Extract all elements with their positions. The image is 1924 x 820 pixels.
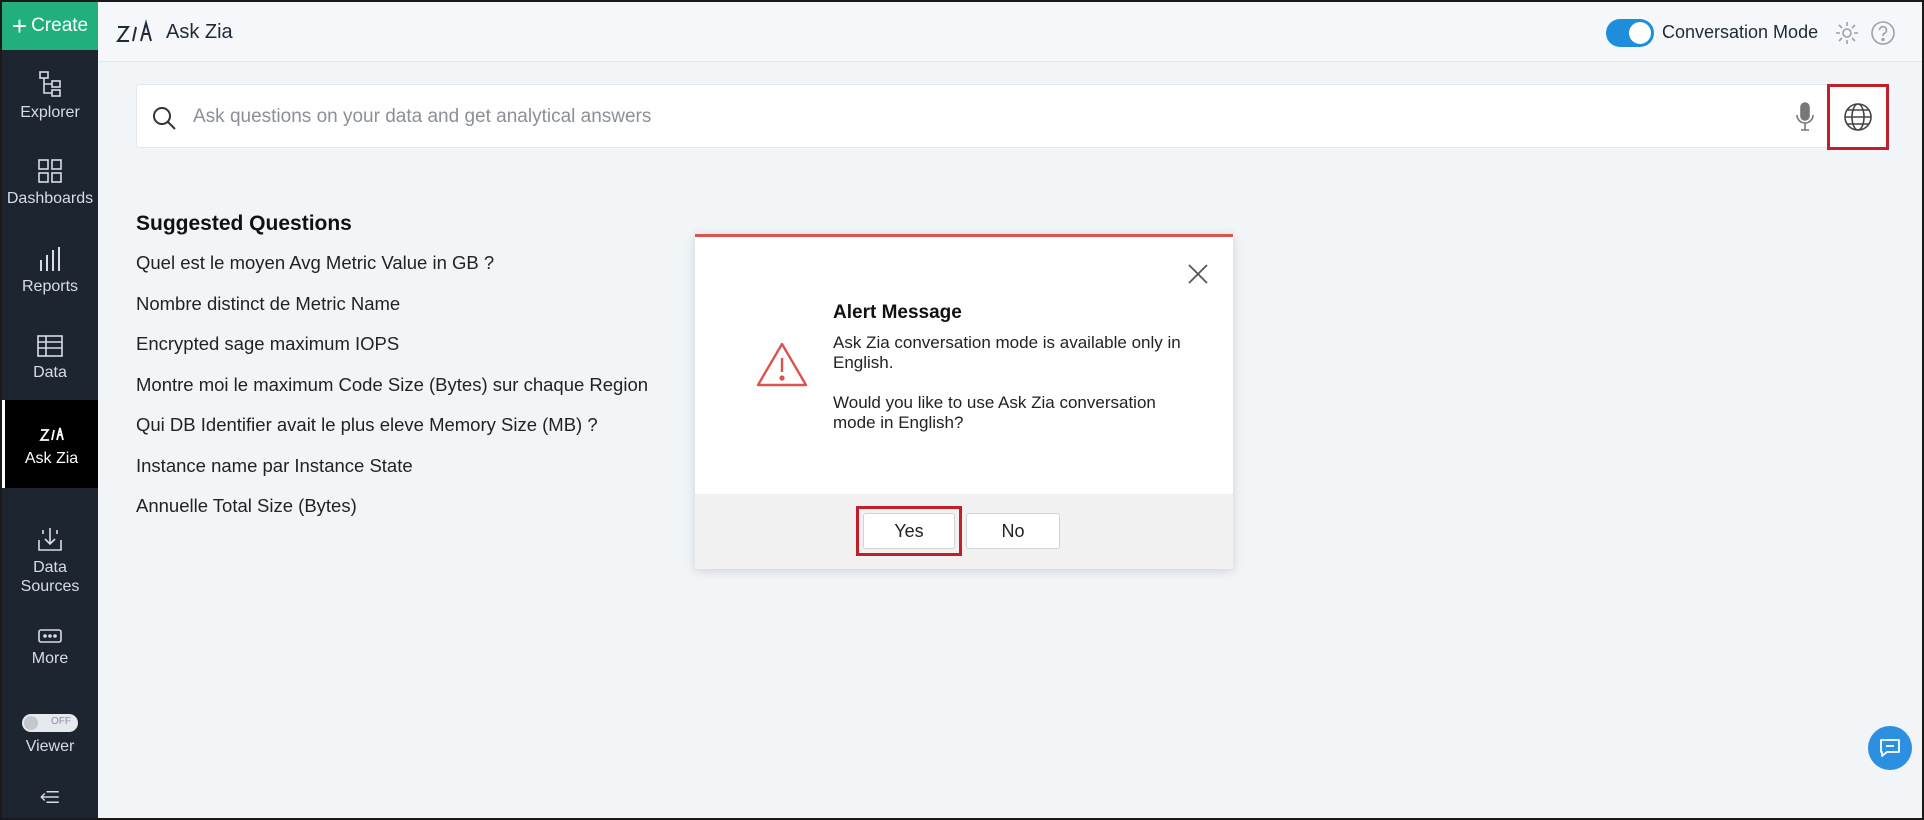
sidebar-item-data-sources[interactable]: Data Sources	[2, 526, 98, 596]
sidebar-item-ask-zia[interactable]: Ask Zia	[2, 400, 98, 488]
suggested-question[interactable]: Annuelle Total Size (Bytes)	[136, 495, 357, 517]
create-button[interactable]: + Create	[2, 2, 98, 50]
suggested-question[interactable]: Encrypted sage maximum IOPS	[136, 333, 399, 355]
microphone-icon[interactable]	[1795, 101, 1815, 133]
sidebar-item-dashboards[interactable]: Dashboards	[2, 158, 98, 218]
explorer-icon	[39, 71, 61, 97]
create-label: Create	[31, 15, 89, 36]
sidebar-item-more[interactable]: More	[2, 628, 98, 674]
sidebar-item-data[interactable]: Data	[2, 334, 98, 394]
page-title: Ask Zia	[166, 21, 233, 43]
no-button[interactable]: No	[966, 513, 1060, 549]
sidebar-item-label: Reports	[21, 278, 79, 295]
conversation-mode-label: Conversation Mode	[1662, 22, 1819, 42]
data-icon	[37, 335, 63, 357]
warning-icon	[756, 342, 808, 387]
sidebar-item-label: Dashboards	[6, 190, 94, 207]
yes-button-highlight: Yes	[856, 506, 962, 556]
suggested-question[interactable]: Montre moi le maximum Code Size (Bytes) …	[136, 374, 648, 396]
dashboards-icon	[38, 159, 62, 183]
sidebar-item-label: Data Sources	[20, 559, 80, 595]
sidebar: + Create Explorer Dashboards Reports Dat…	[2, 2, 98, 818]
viewer-toggle[interactable]: OFF	[22, 714, 78, 732]
suggested-question[interactable]: Quel est le moyen Avg Metric Value in GB…	[136, 252, 494, 274]
toggle-knob	[1629, 22, 1651, 44]
help-icon[interactable]	[1870, 20, 1896, 46]
dialog-question: Would you like to use Ask Zia conversati…	[833, 393, 1156, 432]
app-window: + Create Explorer Dashboards Reports Dat…	[0, 0, 1924, 820]
sidebar-item-viewer[interactable]: OFF Viewer	[2, 714, 98, 760]
chat-icon	[1880, 739, 1900, 757]
sidebar-item-label: Explorer	[20, 104, 80, 121]
collapse-sidebar-button[interactable]	[2, 790, 98, 810]
sidebar-item-reports[interactable]: Reports	[2, 246, 98, 306]
globe-icon	[1844, 103, 1872, 131]
search-input[interactable]	[193, 99, 1693, 135]
close-icon[interactable]	[1187, 263, 1209, 285]
ask-zia-search-bar	[136, 84, 1889, 150]
dialog-message: Ask Zia conversation mode is available o…	[833, 333, 1181, 372]
yes-button[interactable]: Yes	[863, 513, 955, 549]
sidebar-item-label: Viewer	[25, 738, 75, 755]
chat-support-button[interactable]	[1868, 726, 1912, 770]
dialog-title: Alert Message	[833, 302, 962, 323]
search-icon	[153, 107, 176, 130]
zia-icon	[38, 427, 64, 441]
sidebar-item-label: More	[31, 650, 69, 667]
plus-icon: +	[11, 11, 28, 41]
reports-icon	[40, 247, 60, 271]
suggested-question[interactable]: Nombre distinct de Metric Name	[136, 293, 400, 315]
suggested-question[interactable]: Qui DB Identifier avait le plus eleve Me…	[136, 414, 598, 436]
more-icon	[38, 629, 62, 643]
top-header: Ask Zia Conversation Mode	[98, 2, 1922, 62]
gear-icon[interactable]	[1834, 20, 1860, 46]
collapse-menu-icon	[40, 791, 59, 803]
zia-logo-icon	[116, 19, 152, 42]
suggested-question[interactable]: Instance name par Instance State	[136, 455, 413, 477]
suggested-questions-title: Suggested Questions	[136, 212, 352, 235]
dialog-footer: Yes No	[695, 494, 1233, 569]
sidebar-item-label: Ask Zia	[24, 450, 79, 467]
sidebar-item-explorer[interactable]: Explorer	[2, 70, 98, 130]
toggle-state-text: OFF	[51, 716, 71, 727]
sidebar-item-label: Data	[33, 364, 67, 381]
toggle-knob	[24, 716, 38, 730]
alert-dialog: Alert Message Ask Zia conversation mode …	[695, 234, 1233, 569]
data-sources-icon	[38, 528, 62, 551]
language-button[interactable]	[1827, 84, 1889, 150]
conversation-mode-toggle[interactable]	[1606, 19, 1654, 47]
